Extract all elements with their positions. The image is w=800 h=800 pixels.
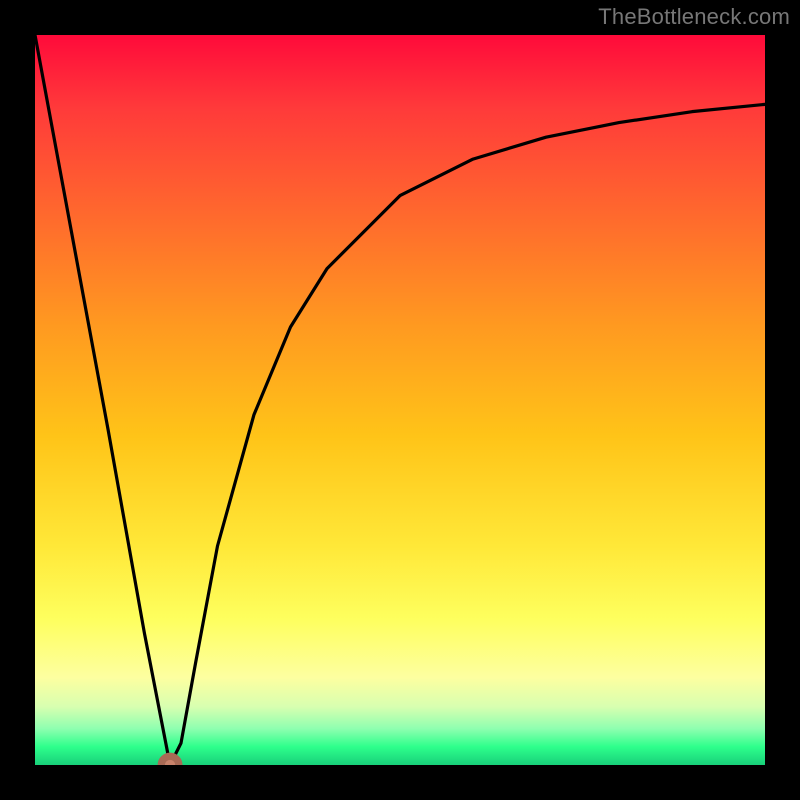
bottleneck-curve bbox=[35, 35, 765, 765]
curve-svg bbox=[35, 35, 765, 765]
optimum-marker bbox=[161, 756, 179, 765]
watermark-text: TheBottleneck.com bbox=[598, 4, 790, 30]
chart-frame: TheBottleneck.com bbox=[0, 0, 800, 800]
plot-area bbox=[35, 35, 765, 765]
